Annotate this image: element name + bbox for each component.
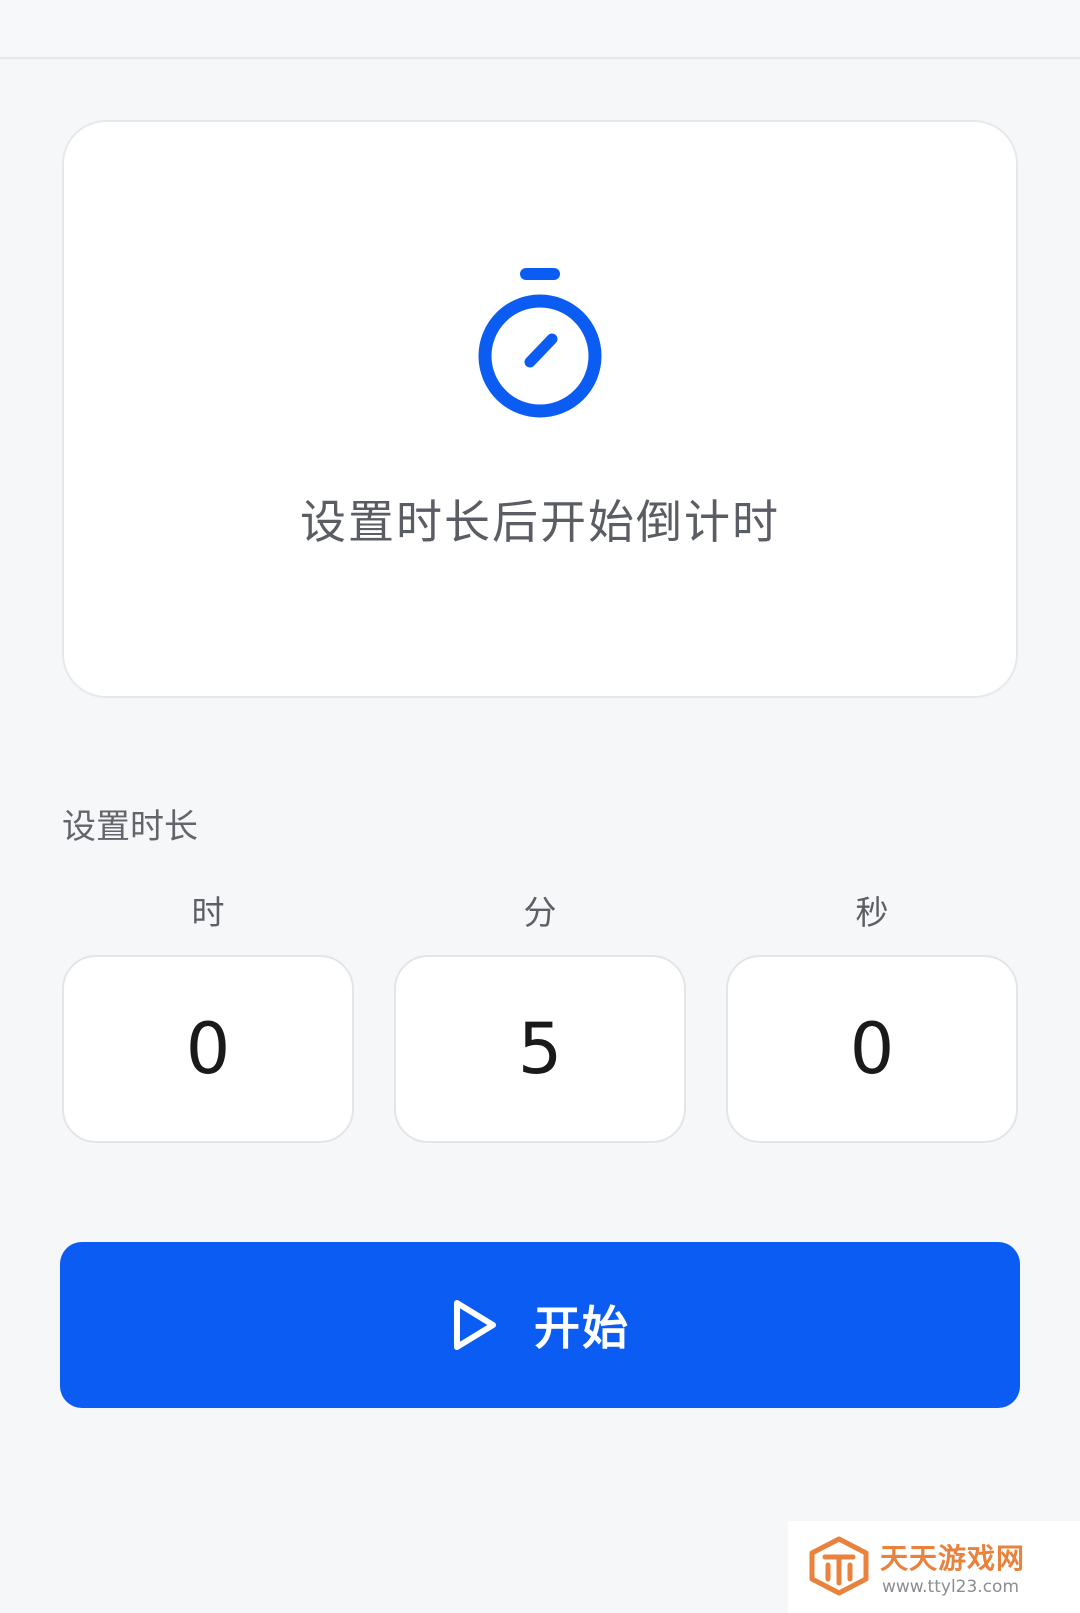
countdown-hint: 设置时长后开始倒计时 <box>300 495 780 549</box>
watermark-url: www.ttyl23.com <box>882 1577 1020 1597</box>
start-button-label: 开始 <box>534 1301 630 1355</box>
duration-section-label: 设置时长 <box>62 807 198 847</box>
seconds-input[interactable]: 0 <box>726 955 1018 1143</box>
minutes-input[interactable]: 5 <box>394 955 686 1143</box>
top-bar <box>0 0 1080 59</box>
seconds-label: 秒 <box>855 893 889 932</box>
watermark: 天天游戏网 www.ttyl23.com <box>788 1521 1080 1613</box>
start-button[interactable]: 开始 <box>60 1242 1020 1408</box>
minutes-label: 分 <box>523 893 557 932</box>
play-icon <box>454 1300 496 1350</box>
stopwatch-icon <box>478 268 602 418</box>
watermark-logo-icon <box>809 1536 869 1596</box>
watermark-title: 天天游戏网 <box>880 1542 1026 1575</box>
hours-input[interactable]: 0 <box>62 955 354 1143</box>
hours-label: 时 <box>191 893 225 932</box>
